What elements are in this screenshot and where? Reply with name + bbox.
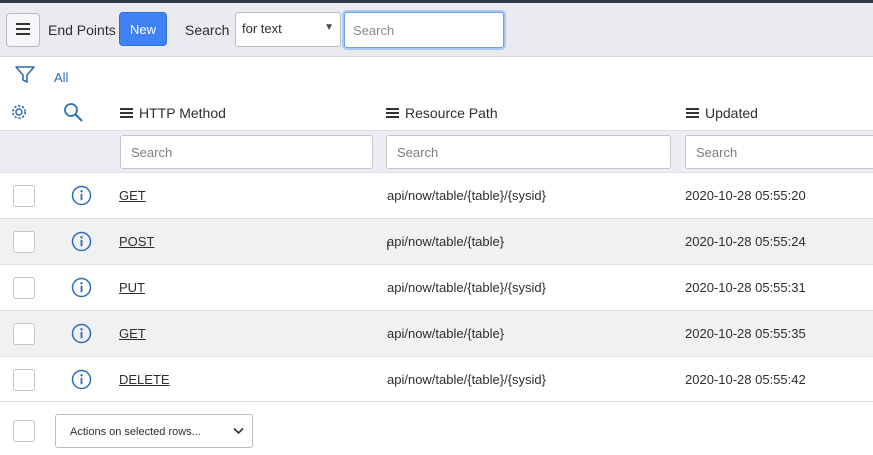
table-row: POST api/now/table/{table} 2020-10-28 05… <box>0 218 873 264</box>
row-checkbox[interactable] <box>13 369 35 391</box>
http-method-search-input[interactable] <box>120 135 373 169</box>
magnifier-icon[interactable] <box>63 102 83 125</box>
text-cursor-icon: I <box>386 238 390 253</box>
info-circle-icon[interactable] <box>71 185 92 209</box>
filter-breadcrumb-all[interactable]: All <box>54 70 68 85</box>
column-menu-icon[interactable] <box>120 108 133 118</box>
updated-cell: 2020-10-28 05:55:42 <box>685 372 806 387</box>
column-header-updated[interactable]: Updated <box>686 105 758 121</box>
list-header: End Points New Search for text ▼ <box>0 3 873 57</box>
info-circle-icon[interactable] <box>71 277 92 301</box>
resource-path-cell: api/now/table/{table}/{sysid} <box>387 188 547 203</box>
http-method-link[interactable]: POST <box>119 234 154 249</box>
select-all-checkbox[interactable] <box>13 420 35 442</box>
table-row: GET api/now/table/{table} 2020-10-28 05:… <box>0 310 873 356</box>
hamburger-icon <box>16 22 30 38</box>
resource-path-search-input[interactable] <box>386 135 671 169</box>
list-search-input[interactable] <box>344 12 504 48</box>
updated-search-input[interactable] <box>685 135 873 169</box>
updated-cell: 2020-10-28 05:55:24 <box>685 234 806 249</box>
new-button[interactable]: New <box>119 12 167 46</box>
chevron-down-icon <box>233 426 244 438</box>
column-label: Resource Path <box>405 105 498 121</box>
actions-select-label: Actions on selected rows... <box>70 426 201 438</box>
column-label: HTTP Method <box>139 105 226 121</box>
http-method-link[interactable]: GET <box>119 326 146 341</box>
funnel-icon[interactable] <box>14 64 36 89</box>
updated-cell: 2020-10-28 05:55:35 <box>685 326 806 341</box>
table-row: DELETE api/now/table/{table}/{sysid} 202… <box>0 356 873 402</box>
table-row: PUT api/now/table/{table}/{sysid} 2020-1… <box>0 264 873 310</box>
http-method-link[interactable]: GET <box>119 188 146 203</box>
search-field-selected: for text <box>242 21 282 36</box>
list-menu-button[interactable] <box>6 13 40 47</box>
updated-cell: 2020-10-28 05:55:20 <box>685 188 806 203</box>
row-checkbox[interactable] <box>13 185 35 207</box>
column-menu-icon[interactable] <box>386 108 399 118</box>
column-menu-icon[interactable] <box>686 108 699 118</box>
resource-path-cell: api/now/table/{table}/{sysid} <box>387 372 547 387</box>
column-header-resource-path[interactable]: Resource Path <box>386 105 498 121</box>
resource-path-cell: api/now/table/{table} <box>387 326 505 341</box>
http-method-link[interactable]: DELETE <box>119 372 170 387</box>
search-label: Search <box>185 22 230 38</box>
row-checkbox[interactable] <box>13 277 35 299</box>
actions-on-selected-rows-select[interactable]: Actions on selected rows... <box>55 414 253 448</box>
info-circle-icon[interactable] <box>71 231 92 255</box>
updated-cell: 2020-10-28 05:55:31 <box>685 280 806 295</box>
table-row: GET api/now/table/{table}/{sysid} 2020-1… <box>0 172 873 218</box>
row-checkbox[interactable] <box>13 231 35 253</box>
list-title: End Points <box>48 22 116 38</box>
column-label: Updated <box>705 105 758 121</box>
dropdown-arrow-icon: ▼ <box>324 22 334 33</box>
search-field-select[interactable]: for text ▼ <box>235 12 341 47</box>
column-header-http-method[interactable]: HTTP Method <box>120 105 226 121</box>
row-checkbox[interactable] <box>13 323 35 345</box>
gear-icon[interactable] <box>9 102 29 125</box>
resource-path-cell: api/now/table/{table}/{sysid} <box>387 280 547 295</box>
resource-path-cell: api/now/table/{table} <box>387 234 505 249</box>
http-method-link[interactable]: PUT <box>119 280 145 295</box>
info-circle-icon[interactable] <box>71 323 92 347</box>
info-circle-icon[interactable] <box>71 369 92 393</box>
